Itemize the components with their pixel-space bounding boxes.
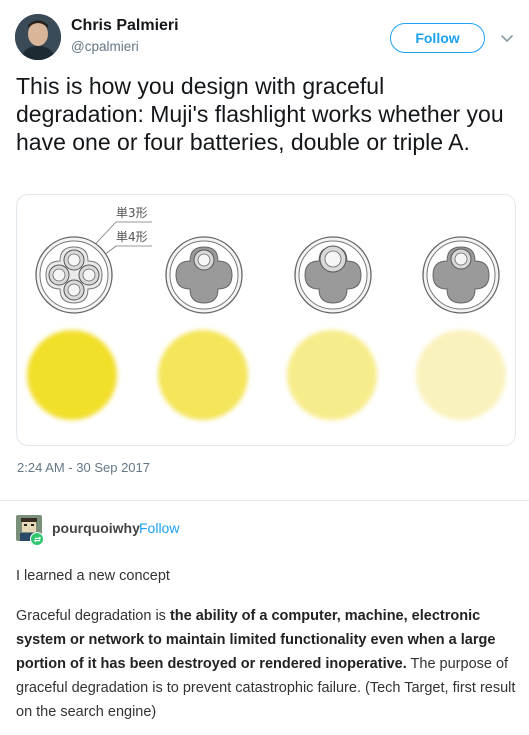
reblog-icon [30, 532, 44, 546]
author-name[interactable]: Chris Palmieri [71, 17, 179, 35]
single-battery-diagram-icon [422, 236, 500, 314]
para-intro: Graceful degradation is [16, 608, 170, 624]
tweet-text: This is how you design with graceful deg… [16, 73, 504, 155]
post-follow-link[interactable]: Follow [139, 520, 179, 536]
one-aa-battery-diagram-icon [294, 236, 372, 314]
embedded-tweet: Chris Palmieri @cpalmieri Follow This is… [0, 0, 529, 500]
author-avatar[interactable] [15, 14, 61, 60]
follow-button[interactable]: Follow [390, 23, 485, 53]
chevron-down-icon[interactable] [497, 28, 517, 48]
tweet-timestamp[interactable]: 2:24 AM - 30 Sep 2017 [17, 460, 150, 475]
post-intro-text: I learned a new concept [16, 568, 170, 584]
light-spot-4 [416, 330, 506, 420]
flashlight-diagram: 単3形 単4形 [27, 206, 506, 420]
label-aaa: 単4形 [116, 230, 148, 244]
light-spot-1 [27, 330, 117, 420]
light-spot-2 [158, 330, 248, 420]
post-paragraph: Graceful degradation is the ability of a… [16, 604, 521, 724]
author-avatar-photo [15, 14, 61, 60]
tweet-image[interactable]: 単3形 単4形 [16, 194, 516, 446]
divider [0, 500, 529, 501]
author-handle[interactable]: @cpalmieri [71, 39, 139, 54]
poster-username[interactable]: pourquoiwhy [52, 520, 140, 536]
one-aaa-battery-diagram-icon [165, 236, 243, 314]
four-aaa-battery-diagram-icon [35, 236, 113, 314]
light-spot-3 [287, 330, 377, 420]
label-aa: 単3形 [116, 206, 148, 220]
